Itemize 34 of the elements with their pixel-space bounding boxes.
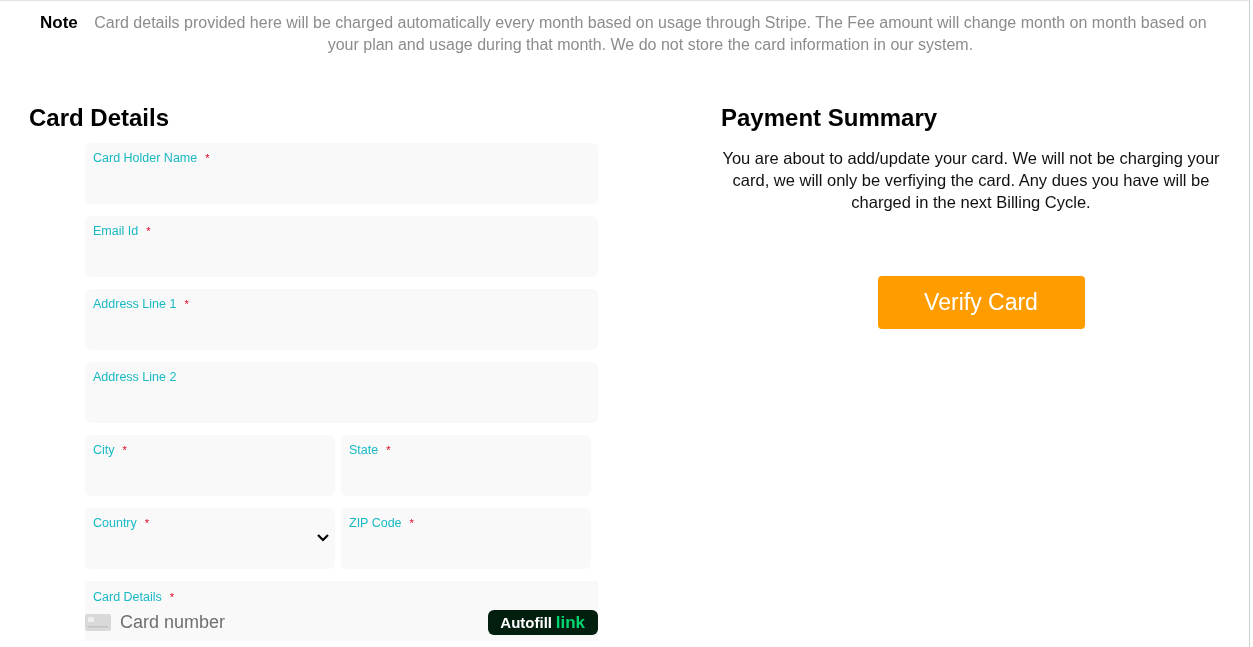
required-mark: * bbox=[122, 444, 127, 456]
section-title: Payment Summary bbox=[721, 103, 939, 133]
input-field[interactable]: Address Line 1 * bbox=[85, 289, 598, 350]
country-select[interactable]: Country * bbox=[85, 508, 335, 569]
autofill-button[interactable]: Autofill link bbox=[488, 610, 598, 635]
required-mark: * bbox=[169, 591, 175, 603]
field-label: Card Details bbox=[93, 590, 162, 604]
summary-text: You are about to add/update your card. We will not be charging your card, we will only be verfiying the card. Any dues you have will be charged in the next Billing Cycle. bbox=[721, 148, 1221, 213]
input-field[interactable]: State * bbox=[341, 435, 591, 496]
required-mark: * bbox=[409, 517, 414, 529]
required-mark: * bbox=[146, 225, 151, 237]
field-label: Country bbox=[93, 516, 137, 530]
required-mark: * bbox=[386, 444, 391, 456]
credit-card-icon bbox=[85, 614, 111, 631]
field-label: City bbox=[93, 443, 115, 457]
field-label: Card Holder Name bbox=[93, 151, 198, 165]
field-label: Address Line 1 bbox=[93, 297, 177, 311]
input-field[interactable]: Email Id * bbox=[85, 216, 598, 277]
note-text: Card details provided here will be charged automatically every month based on usage through Stripe. The Fee amount will change month on month based on your plan and usage during that month. We do not store the card information in our system. bbox=[93, 13, 1208, 55]
field-label: ZIP Code bbox=[349, 516, 402, 530]
field-label: State bbox=[349, 443, 379, 457]
input-field[interactable]: City * bbox=[85, 435, 335, 496]
card-field[interactable]: Card Details * Card number Autofill link bbox=[85, 581, 598, 641]
input-field[interactable]: Card Holder Name * bbox=[85, 143, 598, 204]
required-mark: * bbox=[184, 298, 189, 310]
required-mark: * bbox=[144, 517, 150, 529]
card-number-placeholder: Card number bbox=[120, 612, 227, 633]
required-mark: * bbox=[205, 152, 210, 164]
input-field[interactable]: ZIP Code * bbox=[341, 508, 591, 569]
caret-icon bbox=[317, 534, 329, 542]
field-label: Address Line 2 bbox=[93, 370, 177, 384]
section-title: Card Details bbox=[29, 103, 171, 133]
field-label: Email Id bbox=[93, 224, 139, 238]
note-label: Note bbox=[40, 12, 78, 34]
